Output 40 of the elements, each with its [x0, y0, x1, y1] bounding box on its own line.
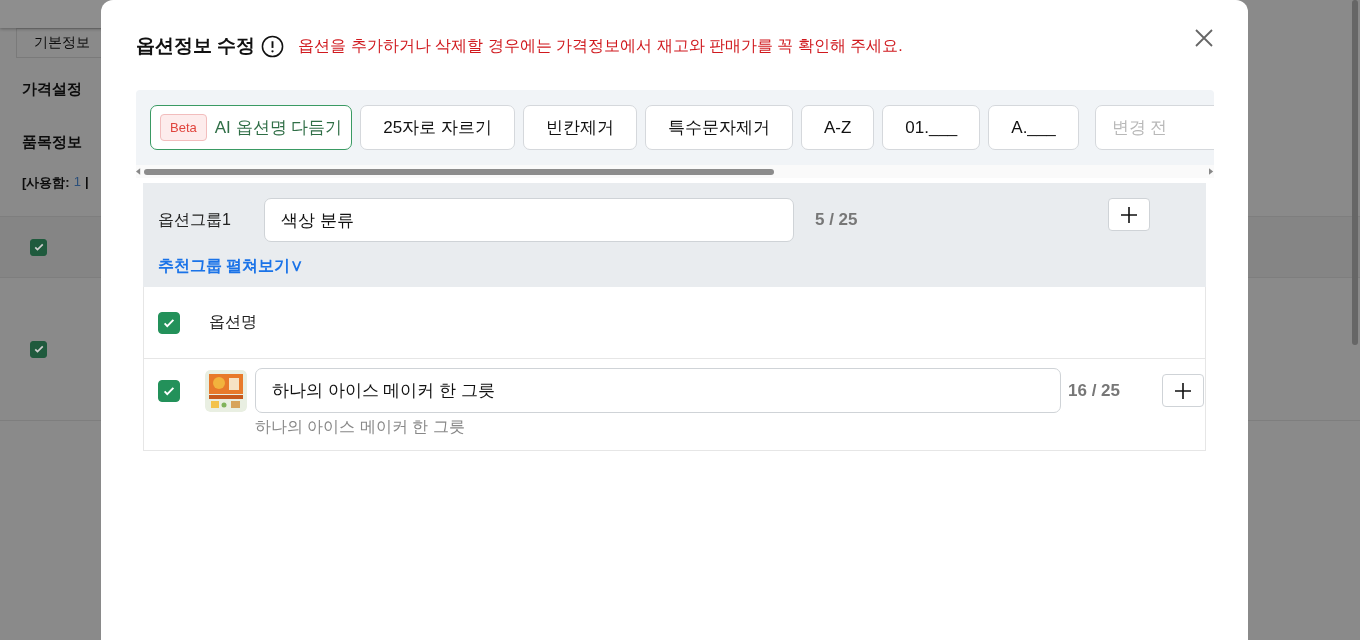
- tool-button[interactable]: 빈칸제거: [522, 105, 637, 150]
- close-icon[interactable]: [1194, 28, 1214, 48]
- tool-button[interactable]: A.___: [988, 105, 1079, 150]
- plus-icon: [1174, 381, 1192, 400]
- check-icon: [32, 343, 45, 355]
- input-field[interactable]: 변경 전: [1094, 105, 1214, 150]
- section-heading: 품목정보: [22, 133, 83, 152]
- scrollbar[interactable]: [1352, 0, 1358, 345]
- checkbox[interactable]: [158, 379, 180, 402]
- section-heading: 가격설정: [22, 80, 82, 99]
- button-label: AI 옵션명 다듬기: [214, 117, 343, 139]
- info-icon: [261, 34, 285, 58]
- tool-button[interactable]: 01.___: [882, 105, 981, 150]
- char-count: 16 / 25: [1068, 380, 1120, 401]
- horizontal-scrollbar[interactable]: [136, 165, 1214, 178]
- check-icon: [32, 241, 45, 253]
- scroll-right-icon[interactable]: [1209, 168, 1214, 175]
- group-label: 옵션그룹1: [158, 209, 232, 230]
- checkbox[interactable]: [30, 340, 47, 358]
- add-button[interactable]: [1108, 198, 1150, 231]
- tool-button[interactable]: 특수문자제거: [644, 105, 793, 150]
- tool-button[interactable]: 25자로 자르기: [360, 105, 515, 150]
- usage-label: [사용함:: [22, 174, 70, 192]
- ai-button[interactable]: Beta AI 옵션명 다듬기: [150, 105, 353, 150]
- checkbox[interactable]: [30, 238, 47, 256]
- original-name: 하나의 아이스 메이커 한 그릇: [255, 417, 466, 437]
- usage-label: |: [84, 174, 89, 191]
- checkbox[interactable]: [158, 311, 180, 334]
- plus-icon: [1120, 205, 1138, 224]
- scroll-left-icon[interactable]: [136, 168, 141, 175]
- column-header: 옵션명: [209, 312, 257, 332]
- warning-text: 옵션을 추가하거나 삭제할 경우에는 가격정보에서 재고와 판매가를 꼭 확인해 주세요.: [298, 35, 903, 56]
- dialog-title: 옵션정보 수정: [136, 34, 256, 58]
- char-count: 5 / 25: [815, 210, 858, 230]
- option-name-field[interactable]: 하나의 아이스 메이커 한 그릇: [255, 368, 1061, 413]
- group-name-field[interactable]: 색상 분류: [264, 198, 794, 242]
- expand-link[interactable]: 추천그룹 펼쳐보기∨: [158, 256, 304, 277]
- add-button[interactable]: [1162, 374, 1204, 407]
- tool-button[interactable]: A-Z: [800, 105, 875, 150]
- beta-badge: Beta: [160, 114, 207, 141]
